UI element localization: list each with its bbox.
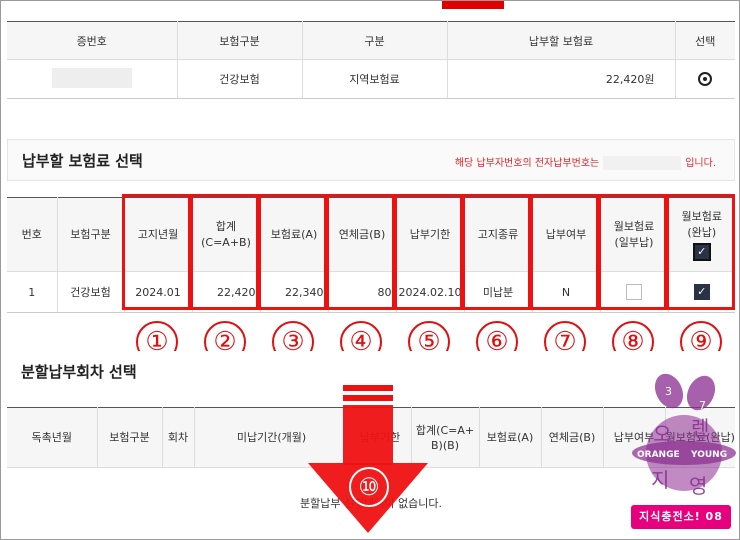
amount-cell: 22,420원 [447,59,676,99]
circle-number-10: ⑩ [349,467,389,507]
notice-prefix: 해당 납부자번호의 전자납부번호는 [454,158,600,169]
col-dunning-month: 독촉년월 [7,407,98,468]
col-category: 구분 [302,21,448,60]
type-cell: 건강보험 [57,271,125,313]
electronic-payment-notice: 해당 납부자번호의 전자납부번호는 입니다. [455,154,716,170]
down-arrow-icon [308,385,428,533]
highlight-box-7 [530,194,599,310]
highlight-box-3 [258,194,327,310]
knowledge-badge: 지식충전소! 08 [631,505,731,529]
logo-syllable-4: 영 [689,474,707,498]
masked-payment-number [603,156,682,170]
highlight-box-1 [122,194,191,310]
highlight-box-6 [462,194,531,310]
payment-section-header: 납부할 보험료 선택 해당 납부자번호의 전자납부번호는 입니다. [7,139,735,181]
col-no: 번호 [7,197,58,272]
masked-cert-number [51,67,132,88]
installment-section-title: 분할납부회차 선택 [21,363,137,381]
screenshot-page: 증번호 보험구분 구분 납부할 보험료 선택 건강보험 지역보험료 22,420… [0,0,740,540]
logo-text-young: YOUNG [690,450,727,460]
logo-number-7: 7 [699,399,706,412]
insurance-summary-table: 증번호 보험구분 구분 납부할 보험료 선택 건강보험 지역보험료 22,420… [7,21,735,99]
category-cell: 지역보험료 [302,59,448,99]
logo-text-orange: ORANGE [637,450,680,460]
cert-number-cell [7,59,178,99]
logo-syllable-2: 렌 [691,416,709,440]
logo-number-3: 3 [665,385,672,398]
logo-syllable-3: 지 [651,468,669,492]
notice-suffix: 입니다. [685,158,716,169]
table-header-row: 증번호 보험구분 구분 납부할 보험료 선택 [7,21,735,60]
highlight-box-4 [326,194,395,310]
col-prem: 보험료(A) [479,407,542,468]
select-radio[interactable] [698,72,713,86]
col-cert-number: 증번호 [7,21,178,60]
col-round: 회차 [162,407,195,468]
highlight-box-8 [598,194,667,310]
top-red-tab [442,1,504,9]
col-type: 보험구분 [57,197,125,272]
highlight-box-2 [190,194,259,310]
col-select: 선택 [675,21,735,60]
insurance-type-cell: 건강보험 [177,59,303,99]
logo-syllable-1: 오 [653,422,671,446]
col-amount-due: 납부할 보험료 [447,21,676,60]
highlight-box-5 [394,194,463,310]
no-cell: 1 [7,271,58,313]
col-ins-type: 보험구분 [97,407,163,468]
col-insurance-type: 보험구분 [177,21,303,60]
table-row: 건강보험 지역보험료 22,420원 [7,59,735,99]
col-late: 연체금(B) [541,407,604,468]
col-sum-line2: B)(B) [431,438,459,452]
payment-section-title: 납부할 보험료 선택 [22,152,143,170]
highlight-box-9 [666,194,735,310]
select-cell [675,59,735,99]
